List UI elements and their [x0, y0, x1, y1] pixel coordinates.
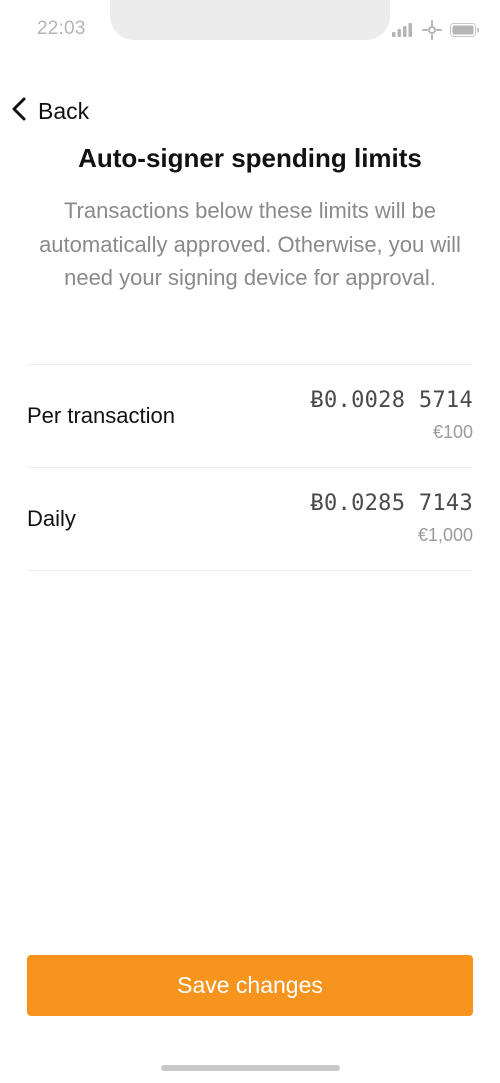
device-notch: [110, 0, 390, 40]
home-indicator: [161, 1065, 340, 1071]
battery-icon: [450, 23, 480, 37]
save-changes-button[interactable]: Save changes: [27, 955, 473, 1016]
signal-icon: [392, 23, 414, 37]
limits-list: Per transaction Ƀ0.0028 5714 €100 Daily …: [27, 364, 473, 571]
limit-values: Ƀ0.0285 7143 €1,000: [310, 490, 473, 546]
page-description: Transactions below these limits will be …: [39, 198, 461, 290]
wifi-icon: [422, 20, 442, 40]
page-title: Auto-signer spending limits: [78, 143, 422, 173]
limit-btc-amount: Ƀ0.0028 5714: [310, 388, 473, 413]
limit-label: Per transaction: [27, 403, 175, 428]
limit-row-daily[interactable]: Daily Ƀ0.0285 7143 €1,000: [27, 468, 473, 571]
limit-row-per-transaction[interactable]: Per transaction Ƀ0.0028 5714 €100: [27, 365, 473, 468]
chevron-left-icon: [10, 96, 30, 127]
status-time: 22:03: [37, 18, 86, 39]
back-label: Back: [38, 97, 90, 124]
limit-values: Ƀ0.0028 5714 €100: [310, 387, 473, 443]
limit-btc-amount: Ƀ0.0285 7143: [310, 491, 473, 516]
limit-fiat-amount: €100: [432, 422, 473, 442]
back-button[interactable]: Back: [10, 94, 89, 128]
status-bar: 22:03: [0, 0, 500, 62]
limit-fiat-amount: €1,000: [417, 525, 473, 545]
limit-label: Daily: [27, 506, 76, 531]
status-icons: [392, 20, 480, 40]
